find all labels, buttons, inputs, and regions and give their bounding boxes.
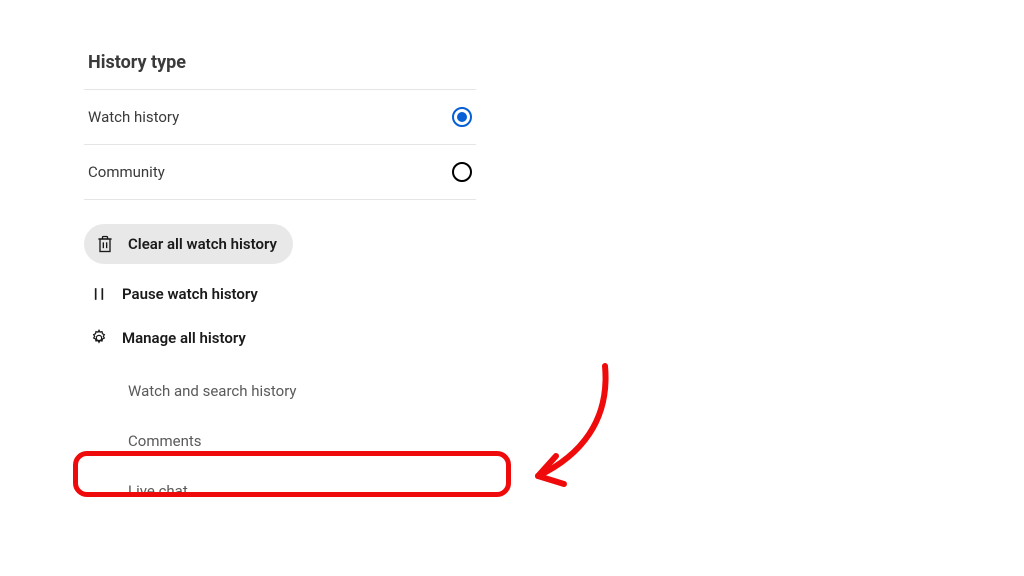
trash-icon — [94, 233, 116, 255]
radio-label-community: Community — [88, 163, 165, 181]
radio-selected-icon — [452, 107, 472, 127]
action-list: Clear all watch history Pause watch hist… — [84, 224, 476, 516]
pause-label: Pause watch history — [122, 285, 258, 303]
sub-item-comments[interactable]: Comments — [84, 416, 476, 466]
divider — [84, 199, 476, 200]
manage-all-history-button[interactable]: Manage all history — [84, 316, 476, 360]
sub-label-live-chat: Live chat — [128, 482, 188, 500]
history-type-panel: History type Watch history Community Cle… — [84, 52, 476, 516]
section-title: History type — [88, 52, 476, 73]
clear-all-label: Clear all watch history — [128, 235, 277, 253]
sub-label-comments: Comments — [128, 432, 202, 450]
pause-icon — [88, 283, 110, 305]
sub-item-live-chat[interactable]: Live chat — [84, 466, 476, 516]
pause-watch-history-button[interactable]: Pause watch history — [84, 272, 476, 316]
sub-label-watch-search: Watch and search history — [128, 382, 297, 400]
manage-sub-list: Watch and search history Comments Live c… — [84, 366, 476, 516]
sub-item-watch-search[interactable]: Watch and search history — [84, 366, 476, 416]
gear-icon — [88, 327, 110, 349]
radio-unselected-icon — [452, 162, 472, 182]
manage-label: Manage all history — [122, 329, 246, 347]
radio-row-community[interactable]: Community — [84, 145, 476, 199]
radio-label-watch-history: Watch history — [88, 108, 179, 126]
radio-row-watch-history[interactable]: Watch history — [84, 90, 476, 144]
annotation-arrow-icon — [510, 356, 630, 506]
clear-all-watch-history-button[interactable]: Clear all watch history — [84, 224, 293, 264]
